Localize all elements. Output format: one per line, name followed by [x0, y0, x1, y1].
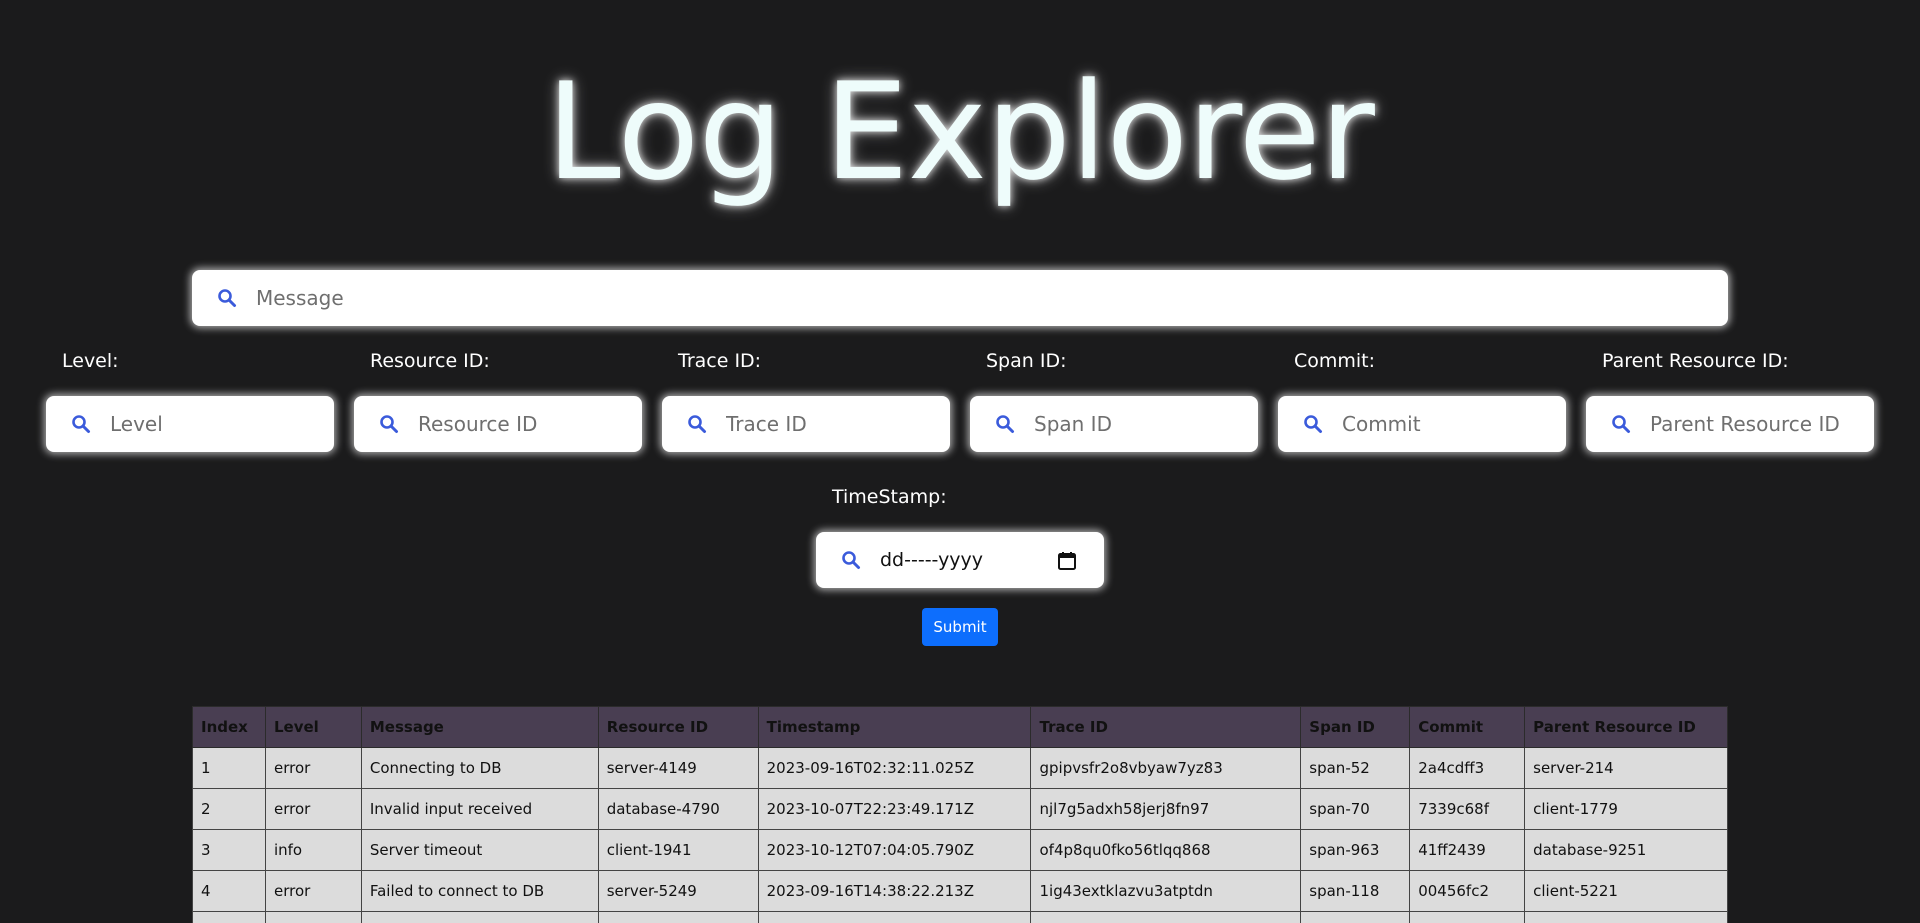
table-cell: 4: [192, 870, 266, 912]
search-icon: [994, 413, 1016, 435]
timestamp-date-box[interactable]: dd-----yyyy: [816, 532, 1104, 588]
level-filter-box[interactable]: [46, 396, 334, 452]
parent-resource-id-label: Parent Resource ID:: [1602, 350, 1789, 372]
table-header-row: Index Level Message Resource ID Timestam…: [192, 706, 1728, 748]
message-search-input[interactable]: [256, 286, 1728, 310]
resource-id-filter-input[interactable]: [418, 412, 642, 436]
search-icon: [378, 413, 400, 435]
table-cell: [192, 911, 266, 923]
timestamp-label: TimeStamp:: [832, 486, 947, 508]
commit-label: Commit:: [1294, 350, 1376, 372]
span-id-label: Span ID:: [986, 350, 1067, 372]
table-cell: 2023-09-16T02:32:11.025Z: [757, 747, 1032, 789]
search-icon: [216, 287, 238, 309]
log-explorer-page: Log Explorer Level: Resource ID: Trace I…: [0, 0, 1920, 923]
table-cell: client-5221: [1524, 870, 1728, 912]
column-header[interactable]: Message: [360, 706, 599, 748]
table-cell: error: [264, 747, 362, 789]
table-cell: 1ig43extklazvu3atptdn: [1030, 870, 1302, 912]
level-label: Level:: [62, 350, 119, 372]
table-cell: 2023-10-07T22:23:49.171Z: [757, 788, 1032, 830]
table-cell: [360, 911, 599, 923]
table-cell: njl7g5adxh58jerj8fn97: [1030, 788, 1302, 830]
trace-id-filter-input[interactable]: [726, 412, 950, 436]
table-cell: error: [264, 870, 362, 912]
table-cell: 1: [192, 747, 266, 789]
table-cell: 41ff2439: [1409, 829, 1526, 871]
commit-filter-input[interactable]: [1342, 412, 1566, 436]
column-header[interactable]: Resource ID: [597, 706, 759, 748]
parent-resource-id-filter-box[interactable]: [1586, 396, 1874, 452]
column-header[interactable]: Commit: [1409, 706, 1526, 748]
column-header[interactable]: Trace ID: [1030, 706, 1302, 748]
table-cell: 2: [192, 788, 266, 830]
search-icon: [686, 413, 708, 435]
page-title: Log Explorer: [546, 54, 1375, 210]
table-cell: gpipvsfr2o8vbyaw7yz83: [1030, 747, 1302, 789]
span-id-filter-input[interactable]: [1034, 412, 1258, 436]
table-cell: server-4149: [597, 747, 759, 789]
table-cell: span-963: [1300, 829, 1411, 871]
table-cell: span-70: [1300, 788, 1411, 830]
table-cell: 00456fc2: [1409, 870, 1526, 912]
commit-filter-box[interactable]: [1278, 396, 1566, 452]
logs-table: Index Level Message Resource ID Timestam…: [192, 706, 1728, 923]
table-row: [192, 911, 1728, 923]
column-header[interactable]: Index: [192, 706, 266, 748]
table-cell: info: [264, 829, 362, 871]
table-cell: Invalid input received: [360, 788, 599, 830]
table-cell: [1030, 911, 1302, 923]
table-cell: client-1779: [1524, 788, 1728, 830]
search-icon: [1302, 413, 1324, 435]
timestamp-date-input[interactable]: dd-----yyyy: [880, 549, 1056, 571]
parent-resource-id-filter-input[interactable]: [1650, 412, 1874, 436]
search-icon: [1610, 413, 1632, 435]
table-cell: [1409, 911, 1526, 923]
resource-id-label: Resource ID:: [370, 350, 490, 372]
column-header[interactable]: Parent Resource ID: [1524, 706, 1728, 748]
table-cell: span-52: [1300, 747, 1411, 789]
table-row: 2 error Invalid input received database-…: [192, 788, 1728, 830]
table-row: 1 error Connecting to DB server-4149 202…: [192, 747, 1728, 789]
resource-id-filter-box[interactable]: [354, 396, 642, 452]
table-row: 4 error Failed to connect to DB server-5…: [192, 870, 1728, 912]
table-cell: [264, 911, 362, 923]
table-cell: [597, 911, 759, 923]
table-cell: 7339c68f: [1409, 788, 1526, 830]
table-cell: [757, 911, 1032, 923]
table-cell: database-4790: [597, 788, 759, 830]
level-filter-input[interactable]: [110, 412, 334, 436]
table-cell: 3: [192, 829, 266, 871]
table-cell: 2023-10-12T07:04:05.790Z: [757, 829, 1032, 871]
table-cell: server-214: [1524, 747, 1728, 789]
search-icon: [70, 413, 92, 435]
table-cell: Server timeout: [360, 829, 599, 871]
table-cell: [1524, 911, 1728, 923]
table-cell: [1300, 911, 1411, 923]
table-row: 3 info Server timeout client-1941 2023-1…: [192, 829, 1728, 871]
table-cell: Failed to connect to DB: [360, 870, 599, 912]
table-cell: database-9251: [1524, 829, 1728, 871]
submit-button[interactable]: Submit: [922, 608, 998, 646]
table-cell: 2023-09-16T14:38:22.213Z: [757, 870, 1032, 912]
column-header[interactable]: Level: [264, 706, 362, 748]
table-cell: of4p8qu0fko56tlqq868: [1030, 829, 1302, 871]
table-cell: span-118: [1300, 870, 1411, 912]
table-cell: error: [264, 788, 362, 830]
table-cell: 2a4cdff3: [1409, 747, 1526, 789]
message-search-box[interactable]: [192, 270, 1728, 326]
trace-id-label: Trace ID:: [678, 350, 762, 372]
table-cell: client-1941: [597, 829, 759, 871]
column-header[interactable]: Timestamp: [757, 706, 1032, 748]
table-cell: server-5249: [597, 870, 759, 912]
span-id-filter-box[interactable]: [970, 396, 1258, 452]
search-icon: [840, 549, 862, 571]
table-cell: Connecting to DB: [360, 747, 599, 789]
column-header[interactable]: Span ID: [1300, 706, 1411, 748]
calendar-icon[interactable]: [1056, 549, 1078, 571]
trace-id-filter-box[interactable]: [662, 396, 950, 452]
